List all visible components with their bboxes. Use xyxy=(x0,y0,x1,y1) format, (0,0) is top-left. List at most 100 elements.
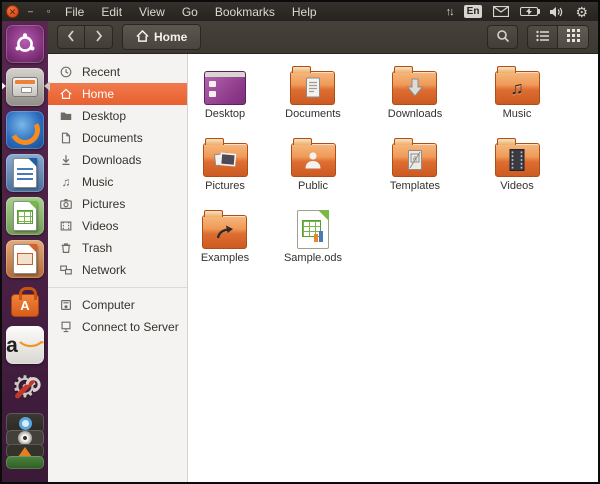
dock-item-system-settings[interactable]: ⚙ xyxy=(6,369,44,407)
dock-item-libreoffice-impress[interactable] xyxy=(6,240,44,278)
file-label: Desktop xyxy=(204,108,246,120)
breadcrumb-home-button[interactable]: Home xyxy=(122,24,202,50)
file-item-sample-ods[interactable]: Sample.ods xyxy=(284,205,342,264)
file-item-downloads[interactable]: Downloads xyxy=(388,61,442,120)
network-arrows-icon[interactable]: ↑↓ xyxy=(446,6,455,18)
server-monitor-icon xyxy=(59,320,73,334)
file-label: Videos xyxy=(500,180,534,192)
sidebar-item-connect-to-server[interactable]: Connect to Server xyxy=(48,316,187,338)
file-item-pictures[interactable]: Pictures xyxy=(202,133,248,192)
file-item-templates[interactable]: a Templates xyxy=(390,133,440,192)
ods-spreadsheet-icon xyxy=(297,210,329,249)
home-icon xyxy=(59,87,73,101)
files-grid: Desktop Documents Downloads ♫ Music Pictures P… xyxy=(188,61,598,264)
disc-icon xyxy=(18,431,32,445)
nautilus-window: Home Recent Home Desktop Documents Downl… xyxy=(48,21,598,482)
dock-item-ubuntu-dash[interactable] xyxy=(6,25,44,63)
firefox-icon xyxy=(6,111,44,149)
mail-icon[interactable] xyxy=(493,6,510,17)
file-item-public[interactable]: Public xyxy=(290,133,336,192)
maximize-window-button[interactable]: ▫ xyxy=(42,5,55,18)
menu-bookmarks[interactable]: Bookmarks xyxy=(215,5,275,19)
computer-drive-icon xyxy=(59,298,73,312)
desktop-body: Aa ⚙ xyxy=(2,21,598,482)
file-label: Downloads xyxy=(387,108,443,120)
menu-go[interactable]: Go xyxy=(182,5,198,19)
nautilus-toolbar: Home xyxy=(48,21,598,54)
music-folder-icon: ♫ xyxy=(494,66,540,105)
list-view-icon xyxy=(535,30,550,45)
battery-icon[interactable] xyxy=(520,7,541,16)
unity-launcher-dock: Aa ⚙ xyxy=(2,21,50,482)
keyboard-indicator[interactable]: En xyxy=(463,5,483,18)
sidebar-item-computer[interactable]: Computer xyxy=(48,294,187,316)
volume-icon[interactable] xyxy=(549,6,564,18)
gear-wrench-icon: ⚙ xyxy=(6,369,44,407)
chevron-left-icon xyxy=(67,29,75,45)
sidebar-item-label: Trash xyxy=(82,241,113,255)
dock-item-firefox[interactable] xyxy=(6,111,44,149)
dock-item-software-center[interactable]: A xyxy=(6,283,44,321)
sidebar-item-trash[interactable]: Trash xyxy=(48,237,187,259)
file-item-music[interactable]: ♫ Music xyxy=(494,61,540,120)
sidebar-item-network[interactable]: Network xyxy=(48,259,187,281)
sidebar-item-music[interactable]: ♫ Music xyxy=(48,171,187,193)
sidebar-item-documents[interactable]: Documents xyxy=(48,127,187,149)
file-item-documents[interactable]: Documents xyxy=(285,61,341,120)
minimize-window-button[interactable]: – xyxy=(24,5,37,18)
sidebar-item-videos[interactable]: Videos xyxy=(48,215,187,237)
pictures-folder-icon xyxy=(202,138,248,177)
file-label: Sample.ods xyxy=(283,252,343,264)
file-item-videos[interactable]: Videos xyxy=(494,133,540,192)
list-view-button[interactable] xyxy=(527,25,558,49)
menu-file[interactable]: File xyxy=(65,5,84,19)
sidebar-item-desktop[interactable]: Desktop xyxy=(48,105,187,127)
grid-view-icon xyxy=(566,29,580,45)
dock-item-libreoffice-writer[interactable] xyxy=(6,154,44,192)
dock-stacked-items[interactable] xyxy=(6,413,44,471)
calc-doc-icon xyxy=(6,197,44,235)
sidebar-item-label: Recent xyxy=(82,65,121,79)
app-menus: File Edit View Go Bookmarks Help xyxy=(65,5,317,19)
menu-help[interactable]: Help xyxy=(292,5,317,19)
back-button[interactable] xyxy=(57,25,85,49)
sidebar-item-pictures[interactable]: Pictures xyxy=(48,193,187,215)
close-window-button[interactable]: ✕ xyxy=(6,5,19,18)
file-label: Templates xyxy=(389,180,441,192)
global-menu-bar: ✕ – ▫ File Edit View Go Bookmarks Help ↑↓ En ⚙ xyxy=(2,2,598,21)
grid-view-button[interactable] xyxy=(558,25,589,49)
dock-item-amazon[interactable]: a xyxy=(6,326,44,364)
file-item-examples[interactable]: Examples xyxy=(201,205,249,264)
search-button[interactable] xyxy=(487,25,518,49)
sidebar-item-label: Network xyxy=(82,263,127,277)
music-note-icon: ♫ xyxy=(61,175,71,189)
file-browser-main: Desktop Documents Downloads ♫ Music Pictures P… xyxy=(188,54,598,482)
sidebar-item-downloads[interactable]: Downloads xyxy=(48,149,187,171)
dock-item-stacked-app-green[interactable] xyxy=(6,456,44,469)
sidebar-item-label: Downloads xyxy=(82,153,142,167)
window-controls: ✕ – ▫ xyxy=(2,5,65,18)
videos-folder-icon xyxy=(494,138,540,177)
templates-folder-icon: a xyxy=(392,138,438,177)
forward-button[interactable] xyxy=(85,25,113,49)
sidebar-item-label: Videos xyxy=(82,219,119,233)
menu-edit[interactable]: Edit xyxy=(101,5,122,19)
sidebar-item-label: Desktop xyxy=(82,109,127,123)
menu-view[interactable]: View xyxy=(139,5,165,19)
camera-icon xyxy=(59,197,73,211)
video-icon xyxy=(59,219,73,233)
download-arrow-icon xyxy=(59,153,73,167)
places-sidebar: Recent Home Desktop Documents Downloads ♫ Musi… xyxy=(48,54,188,482)
sidebar-item-recent[interactable]: Recent xyxy=(48,61,187,83)
dock-item-file-manager[interactable] xyxy=(2,68,50,106)
dock-item-libreoffice-calc[interactable] xyxy=(6,197,44,235)
file-item-desktop[interactable]: Desktop xyxy=(204,61,246,120)
view-toggle-group xyxy=(527,25,589,49)
sidebar-item-label: Documents xyxy=(82,131,143,145)
writer-doc-icon xyxy=(6,154,44,192)
breadcrumb-label: Home xyxy=(154,30,188,44)
session-gear-icon[interactable]: ⚙ xyxy=(575,5,588,19)
sidebar-item-label: Home xyxy=(82,87,115,101)
sidebar-item-home[interactable]: Home xyxy=(48,83,187,105)
downloads-folder-icon xyxy=(392,66,438,105)
